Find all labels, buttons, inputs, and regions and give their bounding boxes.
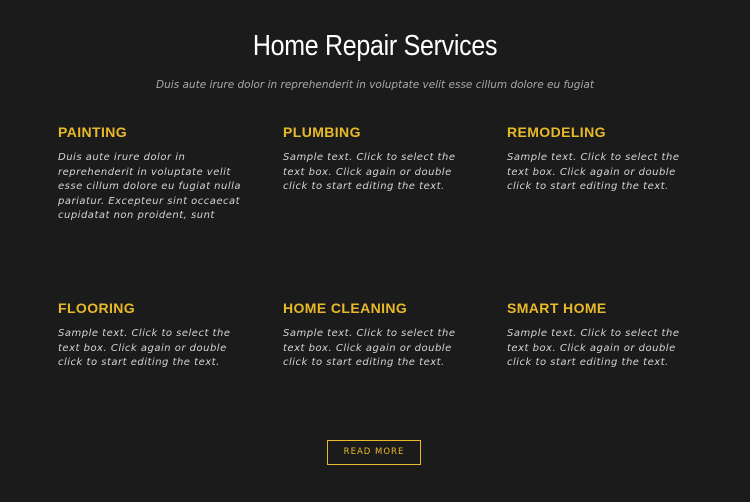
service-remodeling: REMODELING Sample text. Click to select …	[507, 124, 692, 195]
service-title: REMODELING	[507, 124, 606, 140]
page-title: Home Repair Services	[252, 30, 498, 62]
service-smart-home: SMART HOME Sample text. Click to select …	[507, 300, 692, 371]
service-title: PLUMBING	[283, 124, 361, 140]
service-text: Duis aute irure dolor in reprehenderit i…	[58, 152, 242, 222]
service-text: Sample text. Click to select the text bo…	[507, 152, 680, 193]
service-text: Sample text. Click to select the text bo…	[283, 328, 456, 369]
service-flooring: FLOORING Sample text. Click to select th…	[58, 300, 243, 371]
read-more-button[interactable]: READ MORE	[327, 440, 421, 465]
service-text: Sample text. Click to select the text bo…	[283, 152, 456, 193]
service-plumbing: PLUMBING Sample text. Click to select th…	[283, 124, 468, 195]
service-text: Sample text. Click to select the text bo…	[507, 328, 680, 369]
service-title: HOME CLEANING	[283, 300, 408, 316]
page-subtitle: Duis aute irure dolor in reprehenderit i…	[156, 79, 594, 91]
service-title: PAINTING	[58, 124, 128, 140]
service-home-cleaning: HOME CLEANING Sample text. Click to sele…	[283, 300, 468, 371]
service-title: FLOORING	[58, 300, 136, 316]
service-painting: PAINTING Duis aute irure dolor in repreh…	[58, 124, 243, 224]
service-text: Sample text. Click to select the text bo…	[58, 328, 231, 369]
service-title: SMART HOME	[507, 300, 607, 316]
